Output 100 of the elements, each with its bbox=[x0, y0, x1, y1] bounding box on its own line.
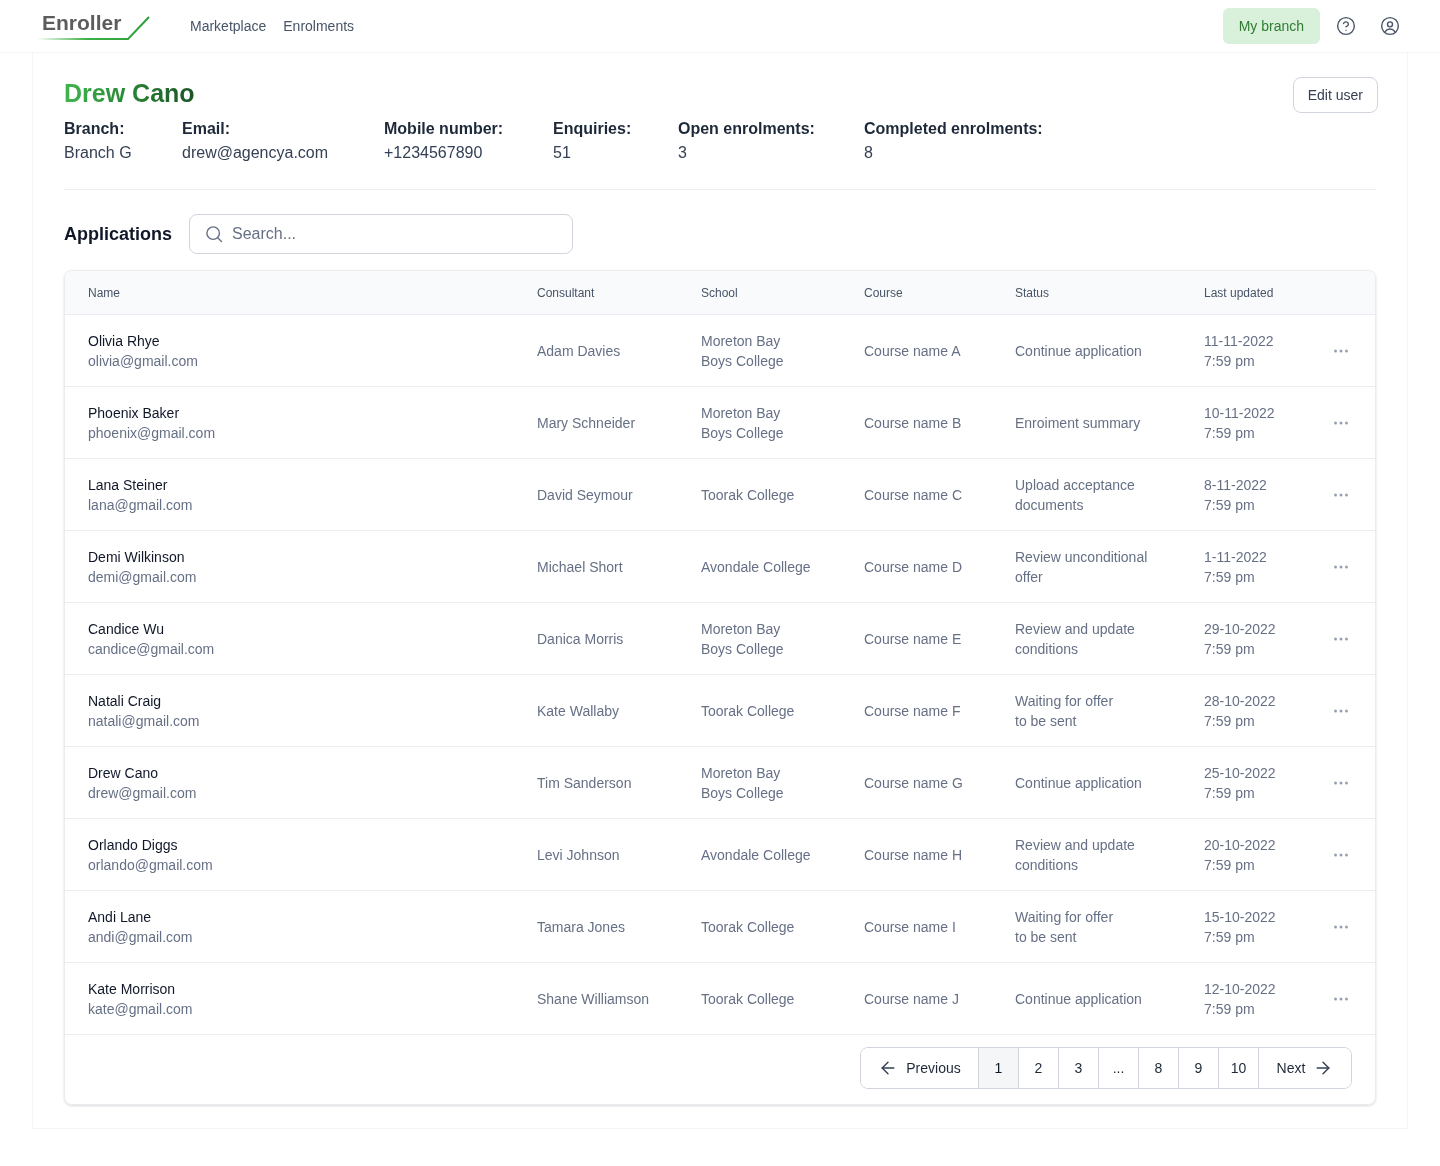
my-branch-button[interactable]: My branch bbox=[1222, 8, 1320, 44]
previous-button[interactable]: Previous bbox=[861, 1048, 979, 1088]
field-value: Branch G bbox=[64, 143, 133, 163]
status-cell-text: Waiting for offer to be sent bbox=[1015, 691, 1114, 731]
course-cell-text: Course name I bbox=[864, 917, 956, 937]
applicant-email: demi@gmail.com bbox=[88, 567, 197, 587]
field-label: Email: bbox=[182, 119, 231, 139]
nav-link[interactable]: Marketplace bbox=[190, 16, 267, 36]
field-label: Branch: bbox=[64, 119, 126, 139]
updated-date: 8-11-2022 bbox=[1204, 475, 1267, 495]
applicant-name: Andi Lane bbox=[88, 907, 152, 927]
column-header: Name bbox=[88, 284, 120, 302]
section-title: Applications bbox=[64, 223, 172, 246]
school-cell-text: Avondale College bbox=[701, 845, 811, 865]
school-cell-text: Moreton Bay Boys College bbox=[701, 403, 784, 443]
updated-date: 10-11-2022 bbox=[1204, 403, 1275, 423]
updated-date: 20-10-2022 bbox=[1204, 835, 1276, 855]
search-icon bbox=[204, 224, 224, 244]
updated-time: 7:59 pm bbox=[1204, 639, 1255, 659]
course-cell-text: Course name B bbox=[864, 413, 962, 433]
field-value: 8 bbox=[864, 143, 874, 163]
field-value: drew@agencya.com bbox=[182, 143, 330, 163]
applicant-email: phoenix@gmail.com bbox=[88, 423, 216, 443]
field-value: 51 bbox=[553, 143, 572, 163]
status-cell-text: Upload acceptance documents bbox=[1015, 475, 1135, 515]
user-profile-icon[interactable] bbox=[1380, 16, 1400, 36]
consultant-cell-text: Kate Wallaby bbox=[537, 701, 619, 721]
status-cell-text: Enroiment summary bbox=[1015, 413, 1141, 433]
course-cell-text: Course name C bbox=[864, 485, 963, 505]
status-cell-text: Continue application bbox=[1015, 341, 1142, 361]
applicant-email: drew@gmail.com bbox=[88, 783, 197, 803]
field-label: Mobile number: bbox=[384, 119, 505, 139]
column-header: Last updated bbox=[1204, 284, 1274, 302]
search-field[interactable]: Search... bbox=[189, 214, 573, 254]
updated-time: 7:59 pm bbox=[1204, 495, 1255, 515]
applicant-email: orlando@gmail.com bbox=[88, 855, 213, 875]
updated-date: 25-10-2022 bbox=[1204, 763, 1276, 783]
updated-time: 7:59 pm bbox=[1204, 927, 1255, 947]
consultant-cell-text: Tim Sanderson bbox=[537, 773, 632, 793]
consultant-cell-text: Michael Short bbox=[537, 557, 623, 577]
applicant-name: Lana Steiner bbox=[88, 475, 168, 495]
school-cell-text: Moreton Bay Boys College bbox=[701, 619, 784, 659]
consultant-cell-text: David Seymour bbox=[537, 485, 633, 505]
course-cell-text: Course name J bbox=[864, 989, 959, 1009]
page-button[interactable]: 1 bbox=[979, 1048, 1019, 1088]
school-cell-text: Moreton Bay Boys College bbox=[701, 763, 784, 803]
applicant-email: olivia@gmail.com bbox=[88, 351, 198, 371]
consultant-cell-text: Shane Williamson bbox=[537, 989, 650, 1009]
status-cell-text: Continue application bbox=[1015, 773, 1142, 793]
column-header: Consultant bbox=[537, 284, 595, 302]
school-cell-text: Toorak College bbox=[701, 917, 795, 937]
updated-time: 7:59 pm bbox=[1204, 351, 1255, 371]
applicant-name: Orlando Diggs bbox=[88, 835, 178, 855]
updated-date: 11-11-2022 bbox=[1204, 331, 1274, 351]
field-label: Enquiries: bbox=[553, 119, 633, 139]
column-header: Status bbox=[1015, 284, 1050, 302]
school-cell-text: Moreton Bay Boys College bbox=[701, 331, 784, 371]
updated-date: 15-10-2022 bbox=[1204, 907, 1276, 927]
status-cell-text: Review and update conditions bbox=[1015, 619, 1135, 659]
updated-time: 7:59 pm bbox=[1204, 567, 1255, 587]
search-input[interactable]: Search... bbox=[232, 222, 558, 246]
updated-date: 1-11-2022 bbox=[1204, 547, 1267, 567]
applicant-name: Olivia Rhye bbox=[88, 331, 160, 351]
status-cell-text: Continue application bbox=[1015, 989, 1142, 1009]
field-label: Open enrolments: bbox=[678, 119, 816, 139]
updated-time: 7:59 pm bbox=[1204, 783, 1255, 803]
help-icon[interactable] bbox=[1336, 16, 1356, 36]
applicant-email: candice@gmail.com bbox=[88, 639, 215, 659]
status-cell-text: Review unconditional offer bbox=[1015, 547, 1148, 587]
course-cell-text: Course name H bbox=[864, 845, 963, 865]
school-cell-text: Toorak College bbox=[701, 485, 795, 505]
applicant-email: lana@gmail.com bbox=[88, 495, 193, 515]
course-cell-text: Course name A bbox=[864, 341, 961, 361]
applicant-email: kate@gmail.com bbox=[88, 999, 193, 1019]
consultant-cell-text: Mary Schneider bbox=[537, 413, 636, 433]
school-cell-text: Toorak College bbox=[701, 701, 795, 721]
applicant-name: Candice Wu bbox=[88, 619, 164, 639]
edit-user-button[interactable]: Edit user bbox=[1292, 77, 1378, 113]
status-cell-text: Waiting for offer to be sent bbox=[1015, 907, 1114, 947]
course-cell-text: Course name F bbox=[864, 701, 961, 721]
field-value: +1234567890 bbox=[384, 143, 484, 163]
course-cell-text: Course name G bbox=[864, 773, 963, 793]
consultant-cell-text: Adam Davies bbox=[537, 341, 621, 361]
status-cell-text: Review and update conditions bbox=[1015, 835, 1135, 875]
school-cell-text: Toorak College bbox=[701, 989, 795, 1009]
consultant-cell-text: Levi Johnson bbox=[537, 845, 620, 865]
applicant-email: andi@gmail.com bbox=[88, 927, 193, 947]
logo[interactable]: Enroller bbox=[36, 12, 152, 42]
column-header: Course bbox=[864, 284, 903, 302]
applicant-name: Demi Wilkinson bbox=[88, 547, 185, 567]
applicant-name: Drew Cano bbox=[88, 763, 159, 783]
updated-date: 29-10-2022 bbox=[1204, 619, 1276, 639]
updated-time: 7:59 pm bbox=[1204, 423, 1255, 443]
applicant-name: Natali Craig bbox=[88, 691, 162, 711]
nav-link[interactable]: Enrolments bbox=[283, 16, 355, 36]
updated-date: 12-10-2022 bbox=[1204, 979, 1276, 999]
applicant-name: Kate Morrison bbox=[88, 979, 176, 999]
course-cell-text: Course name D bbox=[864, 557, 963, 577]
field-value: 3 bbox=[678, 143, 688, 163]
updated-date: 28-10-2022 bbox=[1204, 691, 1276, 711]
